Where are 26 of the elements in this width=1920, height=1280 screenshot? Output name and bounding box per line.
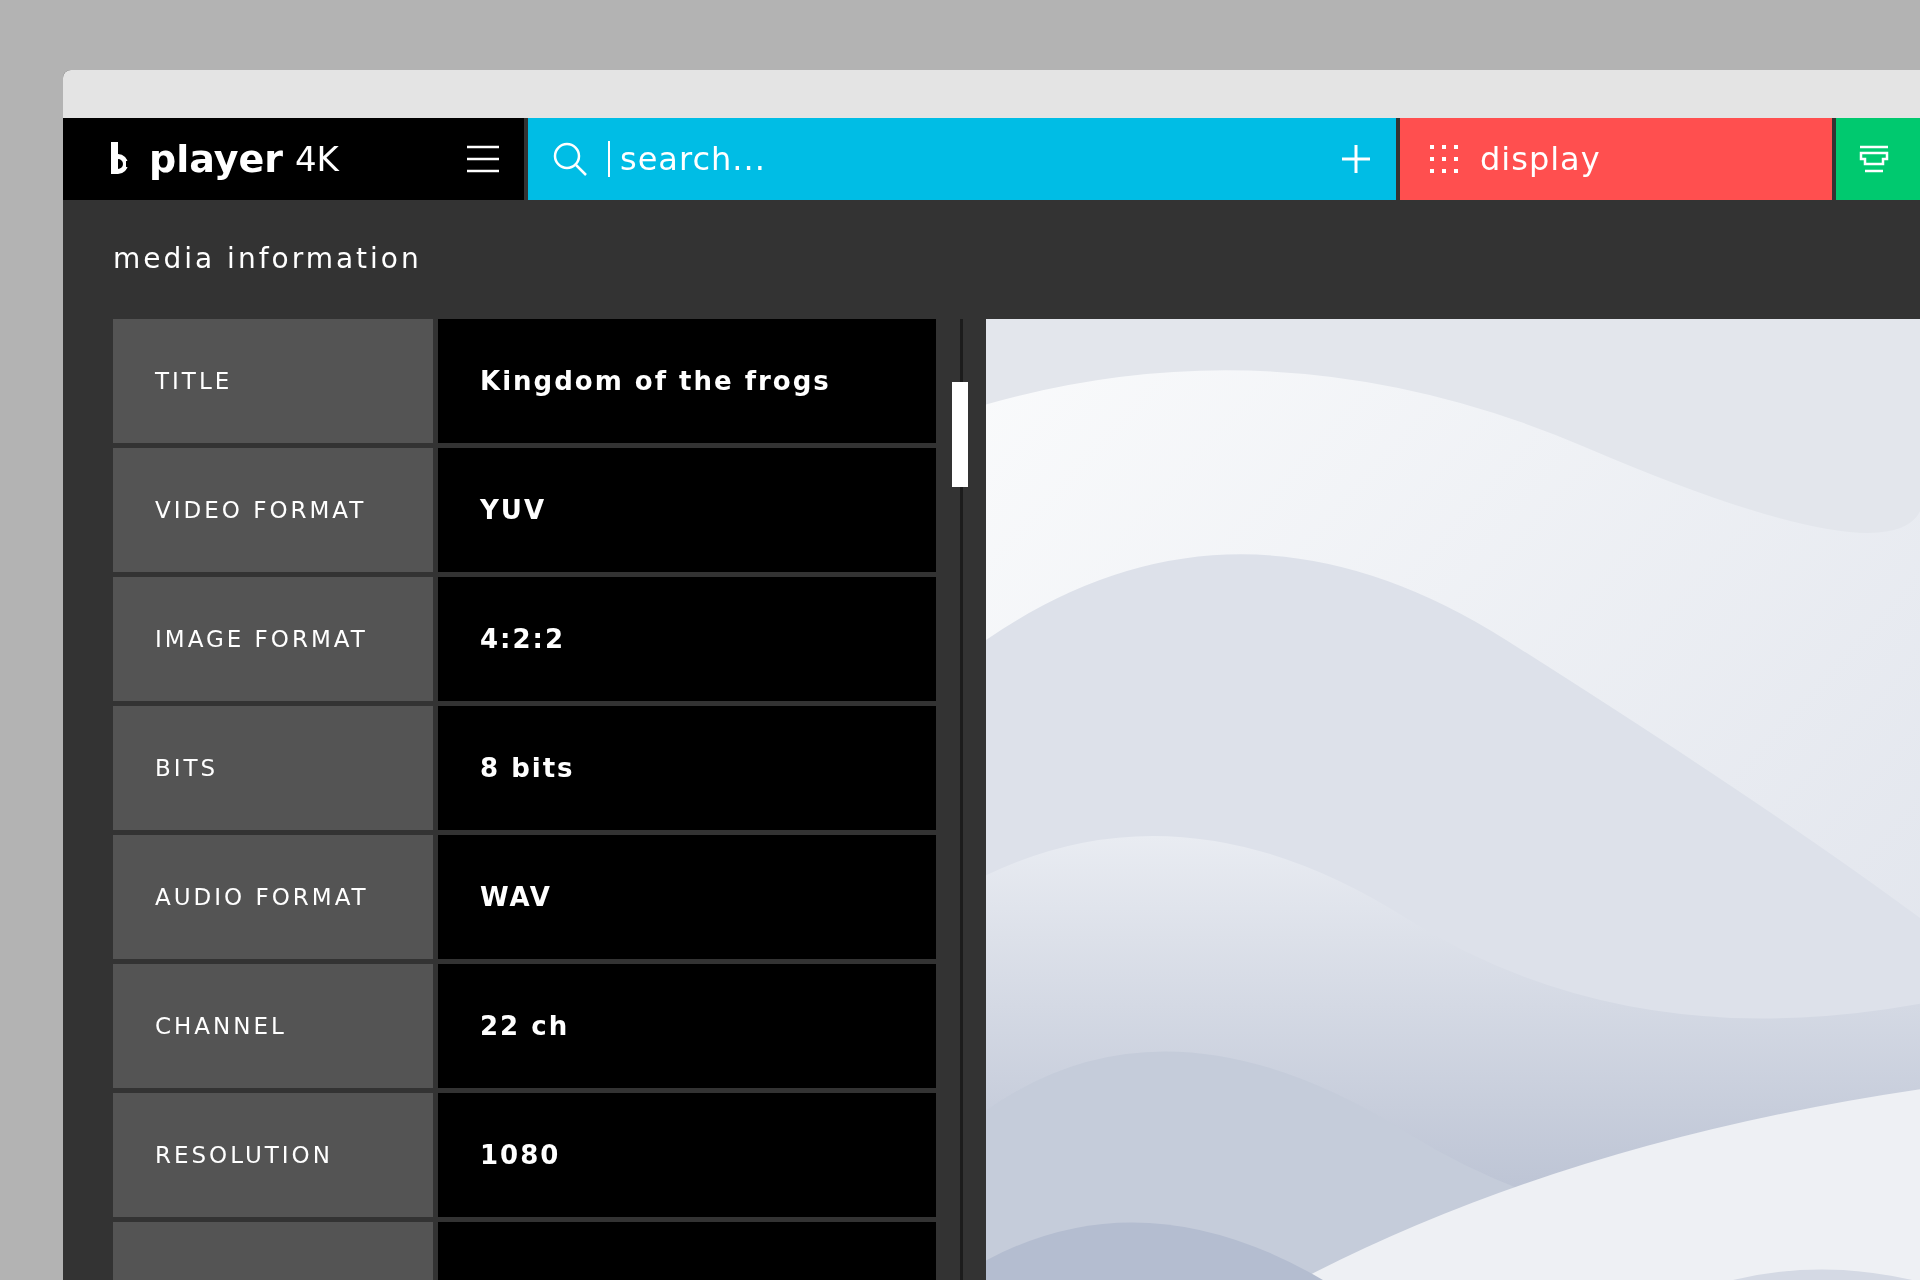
search-field[interactable]: search... bbox=[528, 118, 1396, 200]
table-cell: YUV bbox=[438, 448, 936, 572]
search-icon bbox=[552, 141, 588, 177]
table-cell: WAV bbox=[438, 835, 936, 959]
table-cell: VIDEO FORMAT bbox=[113, 448, 433, 572]
table-cell: IMAGE FORMAT bbox=[113, 577, 433, 701]
table-cell: 1080 bbox=[438, 1093, 936, 1217]
table-cell: 4:2:2 bbox=[438, 577, 936, 701]
table-cell: 22 ch bbox=[438, 964, 936, 1088]
logo-text: player bbox=[149, 137, 283, 181]
panel-title: media information bbox=[113, 241, 423, 277]
display-tab[interactable]: display bbox=[1400, 118, 1832, 200]
text-cursor bbox=[608, 141, 610, 177]
table-cell: CHANNEL bbox=[113, 964, 433, 1088]
table-cell: Kingdom of the frogs bbox=[438, 319, 936, 443]
screen-icon bbox=[1858, 143, 1890, 175]
table-cell: AUDIO FORMAT bbox=[113, 835, 433, 959]
table-cell: 8 bits bbox=[438, 706, 936, 830]
table-cell: TITLE bbox=[113, 319, 433, 443]
table-cell: RESOLUTION bbox=[113, 1093, 433, 1217]
table-cell: BITS bbox=[113, 706, 433, 830]
search-input[interactable]: search... bbox=[620, 140, 1340, 178]
scrollbar-thumb[interactable] bbox=[951, 382, 968, 487]
grid-icon bbox=[1428, 143, 1460, 175]
logo-suffix: 4K bbox=[295, 139, 339, 179]
menu-button[interactable] bbox=[466, 145, 500, 173]
